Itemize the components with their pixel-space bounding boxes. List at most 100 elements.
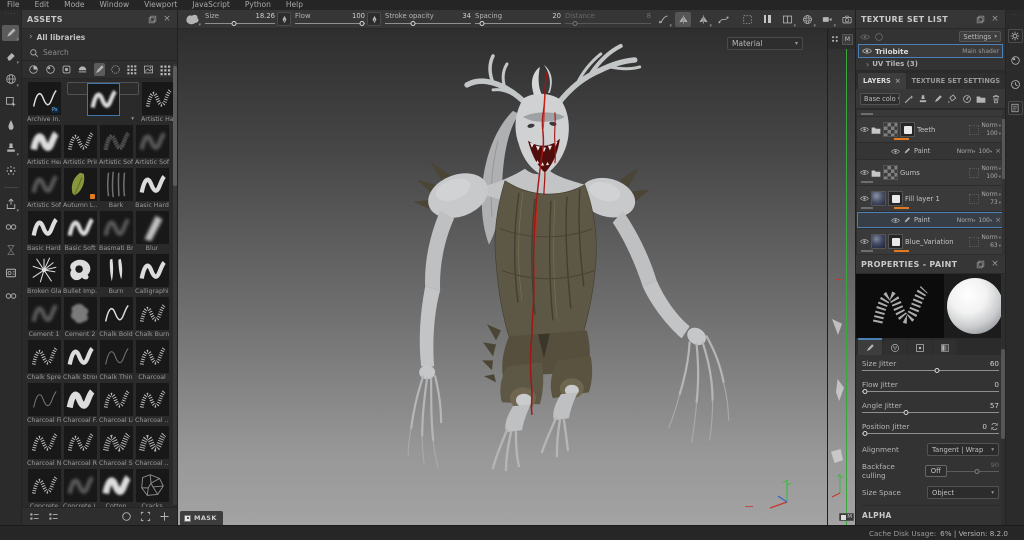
eye-icon[interactable]	[862, 46, 872, 56]
brush-asset[interactable]: Chalk Thin	[99, 340, 133, 382]
slider-handle[interactable]	[479, 21, 484, 26]
channel-filter-select[interactable]: Base colo	[860, 93, 900, 105]
texture-set-row[interactable]: Trilobite Main shader	[858, 44, 1003, 58]
grid-view-icon[interactable]	[159, 63, 171, 76]
layer-reference-box[interactable]	[969, 168, 979, 178]
material-picker-icon[interactable]	[2, 219, 19, 235]
brush-asset[interactable]: Charcoal Li...	[99, 383, 133, 425]
effect-blend-select[interactable]: Norm	[957, 148, 976, 155]
close-icon[interactable]	[990, 14, 1000, 24]
uv-tiles-row[interactable]: UV Tiles (3)	[856, 58, 1005, 71]
add-smart-material-icon[interactable]	[918, 93, 928, 105]
brush-asset[interactable]: Artistic Hair...	[141, 82, 175, 124]
close-icon[interactable]	[990, 259, 1000, 269]
filter-smart-masks-icon[interactable]	[61, 63, 72, 76]
layer-eye-icon[interactable]	[860, 237, 869, 246]
layer-thumbnail[interactable]	[883, 165, 898, 180]
clone-stamp-tool-icon[interactable]: ▾	[2, 140, 19, 156]
layer-reference-box[interactable]	[969, 237, 979, 247]
layer-row[interactable]: Paint Norm 100	[857, 212, 1004, 228]
tab-texture-set-settings[interactable]: TEXTURE SET SETTINGS	[907, 73, 1005, 89]
radial-symmetry-icon[interactable]: ▾	[695, 12, 711, 27]
falloff-curve-icon[interactable]: ▾	[655, 12, 671, 27]
property-slider[interactable]: Position Jitter 0	[862, 421, 999, 437]
projection-mode-icon[interactable]: ▾	[799, 12, 815, 27]
layer-mask-thumbnail[interactable]	[888, 191, 903, 206]
brush-asset[interactable]: Broken Glass	[27, 254, 61, 296]
brush-asset[interactable]: Chalk Bold	[99, 297, 133, 339]
slider-track[interactable]	[475, 21, 561, 26]
assets-scrollbar[interactable]	[173, 64, 177, 505]
brush-asset[interactable]: Charcoal S...	[99, 426, 133, 468]
property-slider-handle[interactable]	[935, 368, 940, 373]
brush-asset[interactable]: Charcoal R...	[63, 426, 97, 468]
log-icon[interactable]	[1008, 101, 1023, 115]
toolbar-slider[interactable]: Distance8	[565, 13, 651, 26]
settings-dropdown[interactable]: Settings	[959, 31, 1001, 42]
brush-asset[interactable]: Artistic Soft...	[27, 168, 61, 210]
brush-asset[interactable]: Charcoal ...	[135, 383, 169, 425]
slider-track[interactable]	[565, 21, 651, 26]
brush-asset[interactable]: Ps Archive In...	[27, 82, 61, 124]
polygon-fill-tool-icon[interactable]	[2, 94, 19, 110]
brush-asset[interactable]: Calligraphic	[135, 254, 169, 296]
effect-close-icon[interactable]: ×	[995, 147, 1001, 155]
brush-asset[interactable]: Charcoal	[135, 340, 169, 382]
shader-settings-icon[interactable]	[1008, 53, 1023, 67]
slider-handle[interactable]	[573, 21, 578, 26]
import-frame-icon[interactable]	[139, 510, 152, 523]
property-slider-handle[interactable]	[862, 389, 867, 394]
brush-asset[interactable]: Bullet Imp...	[63, 254, 97, 296]
add-smart-mask-icon[interactable]	[962, 93, 972, 105]
menu-item[interactable]: JavaScript	[192, 0, 230, 10]
screenshot-camera-icon[interactable]	[839, 12, 855, 27]
search-input[interactable]	[43, 48, 170, 57]
filter-alphas-icon[interactable]	[110, 63, 121, 76]
tab-layers[interactable]: LAYERS	[858, 73, 906, 89]
layers-scrollbar[interactable]	[1002, 109, 1005, 255]
filter-brushes-icon[interactable]	[94, 63, 105, 76]
brush-asset[interactable]: Charcoal F...	[63, 383, 97, 425]
filter-environments-icon[interactable]	[143, 63, 154, 76]
effect-opacity-select[interactable]: 100	[978, 217, 992, 224]
layer-mask-thumbnail[interactable]	[900, 122, 915, 137]
menu-item[interactable]: File	[7, 0, 20, 10]
mirror-symmetry-icon[interactable]	[675, 12, 691, 27]
delete-layer-icon[interactable]	[991, 93, 1001, 105]
menu-item[interactable]: Viewport	[144, 0, 177, 10]
list-details-icon[interactable]	[28, 510, 41, 523]
brush-asset[interactable]: Cement 2	[63, 297, 97, 339]
undock-icon[interactable]	[975, 259, 985, 269]
alignment-select[interactable]: Tangent | Wrap	[927, 443, 999, 456]
brush-asset[interactable]: Artistic Print	[63, 125, 97, 167]
layer-reference-box[interactable]	[969, 125, 979, 135]
viewport-2d-strip[interactable]: M M	[827, 29, 855, 525]
toolbar-slider[interactable]: Stroke opacity34	[385, 13, 471, 26]
blend-mode-select[interactable]: Norm	[981, 234, 1001, 242]
pause-engine-icon[interactable]	[759, 12, 775, 27]
brush-asset[interactable]: Artistic Soft...	[99, 125, 133, 167]
layer-eye-icon[interactable]	[860, 168, 869, 177]
property-slider[interactable]: Size Jitter 60	[862, 358, 999, 374]
brush-stamp-icon[interactable]: ▾	[183, 12, 201, 27]
opacity-select[interactable]: 73	[990, 199, 1001, 207]
snap-toggle-icon[interactable]	[739, 12, 755, 27]
tab-brush-icon[interactable]	[858, 340, 882, 355]
tab-material-icon[interactable]	[933, 340, 957, 355]
stencil-card-icon[interactable]	[2, 265, 19, 281]
property-slider-track[interactable]	[862, 431, 999, 437]
viewport-3d[interactable]: Material MASK	[178, 29, 827, 525]
slider-handle[interactable]	[359, 21, 364, 26]
toolbar-slider[interactable]: Size18.26	[205, 12, 291, 26]
model-3d-demon[interactable]	[178, 29, 827, 525]
brush-asset[interactable]: Basic Hard...	[27, 211, 61, 253]
property-slider-track[interactable]	[862, 410, 999, 416]
symmetry-mask-icon[interactable]	[2, 288, 19, 304]
layer-row[interactable]: Paint Norm 100	[857, 143, 1004, 159]
effect-blend-select[interactable]: Norm	[957, 217, 976, 224]
brush-asset[interactable]: Concrete	[27, 469, 61, 507]
size-space-select[interactable]: Object	[927, 486, 999, 499]
brush-asset[interactable]: Basmati Br...	[99, 211, 133, 253]
mask-tab[interactable]: MASK	[180, 511, 223, 525]
pressure-toggle-icon[interactable]	[277, 12, 291, 26]
